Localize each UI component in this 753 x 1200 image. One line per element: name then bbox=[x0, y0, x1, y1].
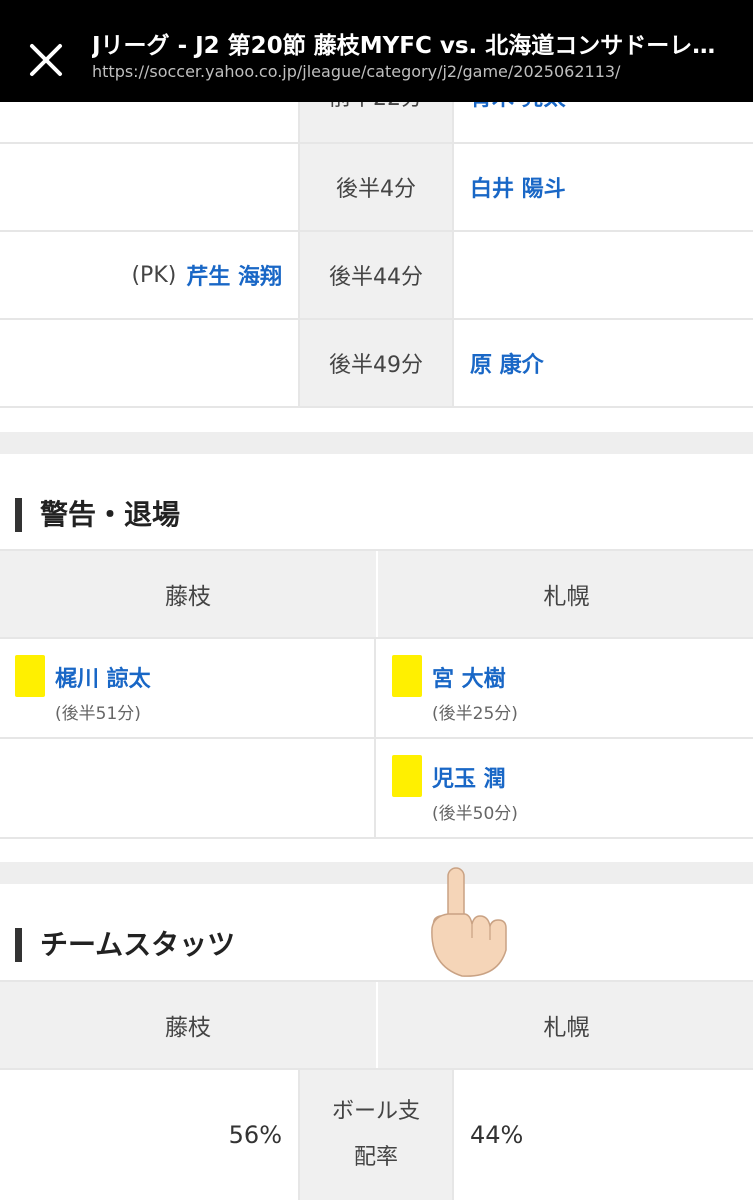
stats-table-header: 藤枝 札幌 bbox=[0, 980, 753, 1070]
stat-label-line2: 配率 bbox=[353, 1145, 398, 1170]
page-title: Jリーグ - J2 第20節 藤枝MYFC vs. 北海道コンサドーレ札幌 bbox=[92, 33, 732, 59]
card-time: (後半50分) bbox=[432, 804, 518, 824]
card-time: (後半51分) bbox=[55, 704, 141, 724]
close-icon bbox=[30, 44, 62, 76]
goal-home: (PK) 芹生 海翔 bbox=[0, 232, 300, 318]
section-divider bbox=[0, 862, 753, 884]
cards-section-title: 警告・退場 bbox=[15, 498, 180, 532]
goal-time: 後半49分 bbox=[300, 320, 452, 406]
player-link[interactable]: 芹生 海翔 bbox=[186, 259, 282, 291]
yellow-card-icon bbox=[15, 655, 45, 697]
yellow-card-icon bbox=[392, 755, 422, 797]
goal-row: 後半49分 原 康介 bbox=[0, 320, 753, 408]
stat-label-line1: ボール支 bbox=[331, 1099, 420, 1124]
away-card-cell: 宮 大樹 (後半25分) bbox=[376, 639, 753, 737]
pk-label: (PK) bbox=[131, 262, 177, 288]
browser-header: Jリーグ - J2 第20節 藤枝MYFC vs. 北海道コンサドーレ札幌 ht… bbox=[0, 0, 753, 102]
stat-label: ボール支 配率 bbox=[300, 1070, 452, 1200]
stat-away-value: 44% bbox=[452, 1070, 753, 1200]
close-button[interactable] bbox=[24, 38, 68, 82]
goal-home bbox=[0, 320, 300, 406]
page-url[interactable]: https://soccer.yahoo.co.jp/jleague/categ… bbox=[92, 62, 732, 81]
away-card-cell: 児玉 潤 (後半50分) bbox=[376, 739, 753, 837]
goal-row: 後半4分 白井 陽斗 bbox=[0, 144, 753, 232]
stats-section-title: チームスタッツ bbox=[15, 928, 235, 962]
stat-home-value: 56% bbox=[0, 1070, 300, 1200]
card-time: (後半25分) bbox=[432, 704, 518, 724]
goal-time: 後半44分 bbox=[300, 232, 452, 318]
goal-time: 後半4分 bbox=[300, 144, 452, 230]
stat-row: 56% ボール支 配率 44% bbox=[0, 1070, 753, 1200]
card-row: 児玉 潤 (後半50分) bbox=[0, 739, 753, 839]
yellow-card-icon bbox=[392, 655, 422, 697]
home-card-cell: 梶川 諒太 (後半51分) bbox=[0, 639, 376, 737]
goal-away: 白井 陽斗 bbox=[452, 144, 753, 230]
goal-away: 原 康介 bbox=[452, 320, 753, 406]
player-link[interactable]: 児玉 潤 bbox=[432, 761, 506, 793]
away-team-header: 札幌 bbox=[376, 982, 753, 1068]
player-link[interactable]: 原 康介 bbox=[470, 347, 544, 379]
home-possession: 56% bbox=[228, 1121, 282, 1149]
home-team-header: 藤枝 bbox=[165, 584, 211, 610]
goal-home bbox=[0, 144, 300, 230]
cards-table-header: 藤枝 札幌 bbox=[0, 549, 753, 639]
home-card-cell bbox=[0, 739, 376, 837]
goal-row: (PK) 芹生 海翔 後半44分 bbox=[0, 232, 753, 320]
section-divider bbox=[0, 432, 753, 454]
home-team-header: 藤枝 bbox=[165, 1015, 211, 1041]
player-link[interactable]: 宮 大樹 bbox=[432, 661, 506, 693]
away-possession: 44% bbox=[470, 1121, 524, 1149]
player-link[interactable]: 梶川 諒太 bbox=[55, 661, 151, 693]
goal-away bbox=[452, 232, 753, 318]
card-row: 梶川 諒太 (後半51分) 宮 大樹 (後半25分) bbox=[0, 639, 753, 739]
pointing-hand-icon bbox=[428, 866, 512, 980]
away-team-header: 札幌 bbox=[376, 551, 753, 637]
player-link[interactable]: 白井 陽斗 bbox=[470, 171, 566, 203]
